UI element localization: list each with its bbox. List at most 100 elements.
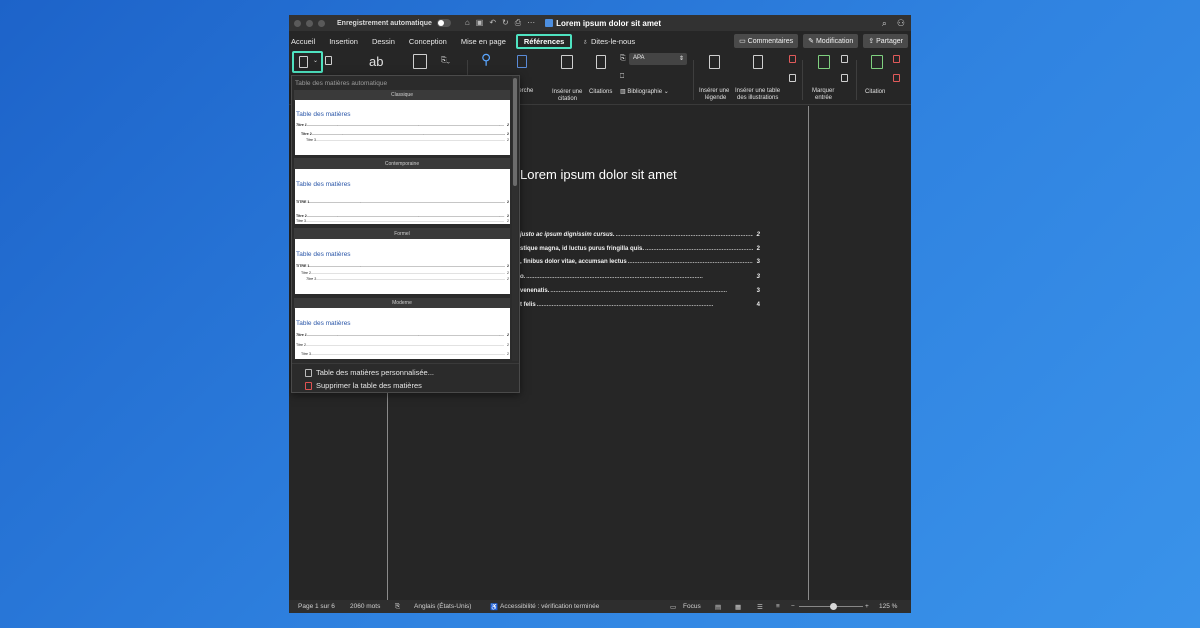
- insert-table-figures-label-1: Insérer une table: [735, 88, 781, 94]
- print-layout-icon[interactable]: ▤: [715, 603, 721, 611]
- accessibility-status[interactable]: Accessibilité : vérification terminée: [500, 603, 599, 610]
- footnote-options-icon[interactable]: ⎘⌄: [441, 57, 450, 64]
- tab-insertion[interactable]: Insertion: [322, 37, 365, 46]
- doc-toc-entry[interactable]: , finibus dolor vitae, accumsan lectus..…: [520, 259, 760, 265]
- minimize-window-button[interactable]: [306, 19, 313, 27]
- comments-label: Commentaires: [747, 38, 794, 45]
- style-label-contemporaine: Contemporaine: [384, 161, 420, 167]
- page-count[interactable]: Page 1 sur 6: [298, 603, 335, 610]
- mark-entry-label-2: entrée: [815, 95, 833, 101]
- cross-reference-icon[interactable]: [789, 55, 796, 63]
- proofing-icon[interactable]: ⎘: [395, 603, 400, 611]
- search-research-icon[interactable]: ⚲: [481, 52, 491, 66]
- tab-conception[interactable]: Conception: [402, 37, 454, 46]
- insert-caption-icon[interactable]: [709, 55, 720, 69]
- thumb-line: Titre 3.................................…: [306, 138, 509, 142]
- doc-toc-entry[interactable]: t felis.................................…: [520, 302, 760, 308]
- insert-table-authorities-icon[interactable]: [893, 55, 900, 63]
- home-icon[interactable]: ⌂: [465, 18, 470, 28]
- citations-icon[interactable]: [596, 55, 606, 69]
- comments-button[interactable]: ▭ Commentaires: [734, 34, 799, 48]
- remove-toc-menu-item[interactable]: Supprimer la table des matières: [305, 381, 422, 390]
- style-icon[interactable]: ⎕: [620, 73, 624, 80]
- dropdown-separator: [292, 363, 519, 364]
- more-icon[interactable]: ⋯: [527, 18, 535, 28]
- toc-style-formel[interactable]: Table des matières TITRE 1..............…: [295, 239, 510, 294]
- bibliography-button[interactable]: ▥ Bibliographie ⌄: [620, 89, 669, 96]
- update-table-authorities-icon[interactable]: [893, 74, 900, 82]
- book-icon[interactable]: [517, 55, 527, 68]
- manage-sources-icon[interactable]: ⎘: [620, 55, 626, 62]
- save-icon[interactable]: ▣: [476, 18, 484, 28]
- table-of-contents-button[interactable]: ⌄: [292, 51, 323, 73]
- focus-icon[interactable]: ▭: [670, 603, 676, 611]
- redo-icon[interactable]: ↻: [502, 18, 509, 28]
- insert-table-figures-icon[interactable]: [753, 55, 763, 69]
- share-user-icon[interactable]: ⚇: [897, 18, 905, 29]
- zoom-out-button[interactable]: −: [791, 603, 795, 610]
- tab-references[interactable]: Références: [515, 33, 573, 49]
- tell-me[interactable]: ♁ Dites-le-nous: [582, 37, 635, 46]
- mark-entry-icon[interactable]: [818, 55, 830, 69]
- page-right-margin: [808, 106, 809, 600]
- insert-citation-label-2: citation: [558, 96, 578, 102]
- doc-toc-entry[interactable]: justo ac ipsum dignissim cursus.........…: [520, 232, 760, 238]
- document-title-text: Lorem ipsum dolor sit amet: [556, 18, 662, 28]
- ribbon-tabs: Accueil Insertion Dessin Conception Mise…: [289, 32, 911, 50]
- word-doc-icon: [545, 19, 554, 27]
- language-status[interactable]: Anglais (États-Unis): [414, 603, 471, 610]
- modification-button[interactable]: ✎ Modification: [803, 34, 859, 48]
- ribbon-separator: [856, 60, 857, 100]
- tab-accueil[interactable]: Accueil: [289, 37, 322, 46]
- accessibility-icon[interactable]: ♿: [490, 603, 498, 611]
- style-label-formel: Formel: [394, 231, 410, 237]
- custom-toc-label: Table des matières personnalisée...: [316, 368, 434, 377]
- title-bar: Enregistrement automatique ⌂ ▣ ↶ ↻ ⎙ ⋯ L…: [289, 15, 911, 31]
- search-icon[interactable]: ⌕: [882, 18, 887, 29]
- zoom-slider-knob[interactable]: [830, 603, 837, 610]
- undo-icon[interactable]: ↶: [489, 18, 496, 28]
- thumb-toc-title: Table des matières: [296, 251, 351, 258]
- focus-button[interactable]: Focus: [683, 603, 701, 610]
- print-icon[interactable]: ⎙: [515, 18, 521, 28]
- insert-caption-label-2: légende: [705, 95, 727, 101]
- toc-style-classique[interactable]: Table des matières Titre 1..............…: [295, 100, 510, 155]
- thumb-toc-title: Table des matières: [296, 111, 351, 118]
- zoom-in-button[interactable]: +: [865, 603, 869, 610]
- ab-footnote-icon[interactable]: ab: [369, 55, 383, 68]
- doc-toc-entry[interactable]: o.......................................…: [520, 274, 760, 280]
- autosave-toggle[interactable]: [436, 19, 451, 27]
- update-index-icon[interactable]: [841, 74, 848, 82]
- insert-index-icon[interactable]: [841, 55, 848, 63]
- insert-citation-icon[interactable]: [561, 55, 573, 69]
- update-table-icon[interactable]: [325, 56, 332, 65]
- update-figures-icon[interactable]: [789, 74, 796, 82]
- next-footnote-icon[interactable]: [413, 54, 427, 69]
- web-layout-icon[interactable]: ▦: [735, 603, 741, 611]
- word-count[interactable]: 2060 mots: [350, 603, 380, 610]
- close-window-button[interactable]: [294, 19, 301, 27]
- doc-toc-entry[interactable]: stique magna, id luctus purus fringilla …: [520, 246, 760, 252]
- dropdown-scrollbar[interactable]: [513, 78, 517, 186]
- tab-dessin[interactable]: Dessin: [365, 37, 402, 46]
- draft-icon[interactable]: ≡: [776, 603, 780, 610]
- document-heading[interactable]: Lorem ipsum dolor sit amet: [520, 167, 677, 182]
- thumb-line: Titre 2.................................…: [296, 214, 509, 218]
- maximize-window-button[interactable]: [318, 19, 325, 27]
- zoom-level[interactable]: 125 %: [879, 603, 897, 610]
- thumb-line: TITRE 1.................................…: [296, 264, 509, 268]
- delete-document-icon: [305, 381, 312, 390]
- outline-icon[interactable]: ☰: [757, 603, 763, 611]
- custom-toc-menu-item[interactable]: Table des matières personnalisée...: [305, 368, 434, 377]
- citation-style-select[interactable]: APA ⇕: [629, 53, 687, 65]
- stepper-icon: ⇕: [678, 56, 684, 62]
- doc-toc-entry[interactable]: venenatis...............................…: [520, 288, 760, 294]
- thumb-line: Titre 2.................................…: [301, 132, 509, 136]
- mark-citation-icon[interactable]: [871, 55, 883, 69]
- document-icon: [305, 368, 312, 377]
- tab-mise-en-page[interactable]: Mise en page: [454, 37, 513, 46]
- toc-style-moderne[interactable]: Table des matières Titre 1..............…: [295, 308, 510, 359]
- toc-style-contemporaine[interactable]: Table des matières TITRE 1..............…: [295, 169, 510, 224]
- quick-access-toolbar: ⌂ ▣ ↶ ↻ ⎙ ⋯: [465, 18, 535, 28]
- share-button[interactable]: ⇪ Partager: [863, 34, 908, 48]
